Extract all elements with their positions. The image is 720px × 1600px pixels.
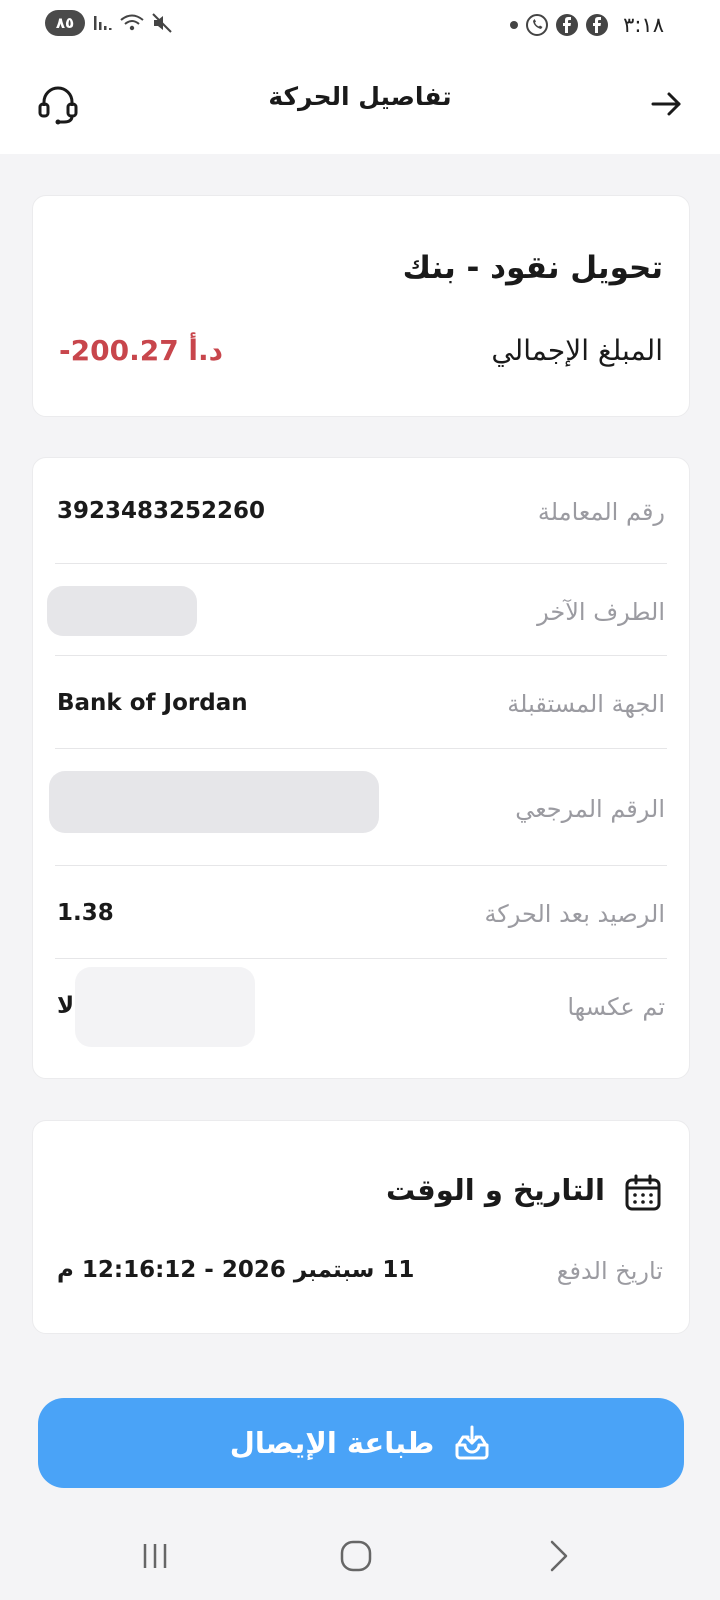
detail-value: لا [57, 993, 75, 1019]
mute-icon [152, 13, 172, 33]
back-nav-icon[interactable] [538, 1536, 582, 1576]
detail-label: الرصيد بعد الحركة [484, 900, 665, 928]
detail-label: الرقم المرجعي [515, 795, 665, 823]
detail-label: تم عكسها [567, 993, 665, 1021]
detail-label: الجهة المستقبلة [507, 690, 665, 718]
page-title: تفاصيل الحركة [268, 82, 452, 111]
print-receipt-label: طباعة الإيصال [229, 1426, 435, 1460]
detail-row-balance-after: الرصيد بعد الحركة 1.38 [55, 866, 667, 959]
status-right-icons: ٣:١٨ [509, 12, 664, 38]
summary-card: تحويل نقود - بنك المبلغ الإجمالي -200.27… [32, 195, 690, 417]
detail-value: 3923483252260 [57, 498, 266, 524]
download-tray-icon [455, 1425, 489, 1460]
home-icon[interactable] [334, 1536, 378, 1576]
battery-indicator: ٨٥ [45, 10, 85, 36]
facebook-icon-2 [586, 14, 609, 36]
recents-icon[interactable] [133, 1536, 177, 1576]
signal-icon [94, 16, 112, 30]
print-receipt-button[interactable]: طباعة الإيصال [38, 1398, 684, 1488]
calendar-icon [625, 1174, 661, 1211]
whatsapp-icon [526, 14, 549, 36]
datetime-card: التاريخ و الوقت تاريخ الدفع 11 سبتمبر 20… [32, 1120, 690, 1334]
detail-row-receiving-party: الجهة المستقبلة Bank of Jordan [55, 656, 667, 749]
status-bar: ٨٥ ٣:١٨ [0, 0, 720, 50]
redacted-overlay [49, 771, 379, 833]
facebook-icon [556, 14, 579, 36]
total-amount-label: المبلغ الإجمالي [491, 334, 663, 367]
connectivity-icons [92, 12, 174, 36]
transaction-type: تحويل نقود - بنك [402, 250, 663, 286]
total-amount-value: -200.27 د.أ [59, 334, 224, 367]
arrow-right-icon[interactable] [647, 84, 687, 124]
detail-row-counterparty: الطرف الآخر [47, 564, 667, 656]
details-card: رقم المعاملة 3923483252260 الطرف الآخر ا… [32, 457, 690, 1079]
detail-value: Bank of Jordan [57, 690, 248, 716]
detail-row-transaction-number: رقم المعاملة 3923483252260 [55, 458, 667, 564]
detail-row-reference-number: الرقم المرجعي [49, 749, 667, 866]
detail-label: الطرف الآخر [537, 598, 665, 626]
pay-date-label: تاريخ الدفع [556, 1257, 663, 1285]
redacted-overlay [75, 967, 255, 1047]
wifi-icon [120, 14, 144, 31]
pay-date-value: 11 سبتمبر 2026 - 12:16:12 م [57, 1257, 415, 1283]
detail-value: 1.38 [57, 900, 114, 926]
system-nav-bar [0, 1508, 720, 1600]
clock: ٣:١٨ [623, 13, 664, 37]
redacted-overlay [47, 586, 197, 636]
dot-icon [510, 21, 519, 29]
detail-label: رقم المعاملة [537, 498, 665, 526]
headset-icon[interactable] [34, 80, 82, 128]
detail-row-reversed: تم عكسها لا [55, 959, 667, 1079]
datetime-title: التاريخ و الوقت [386, 1173, 605, 1207]
